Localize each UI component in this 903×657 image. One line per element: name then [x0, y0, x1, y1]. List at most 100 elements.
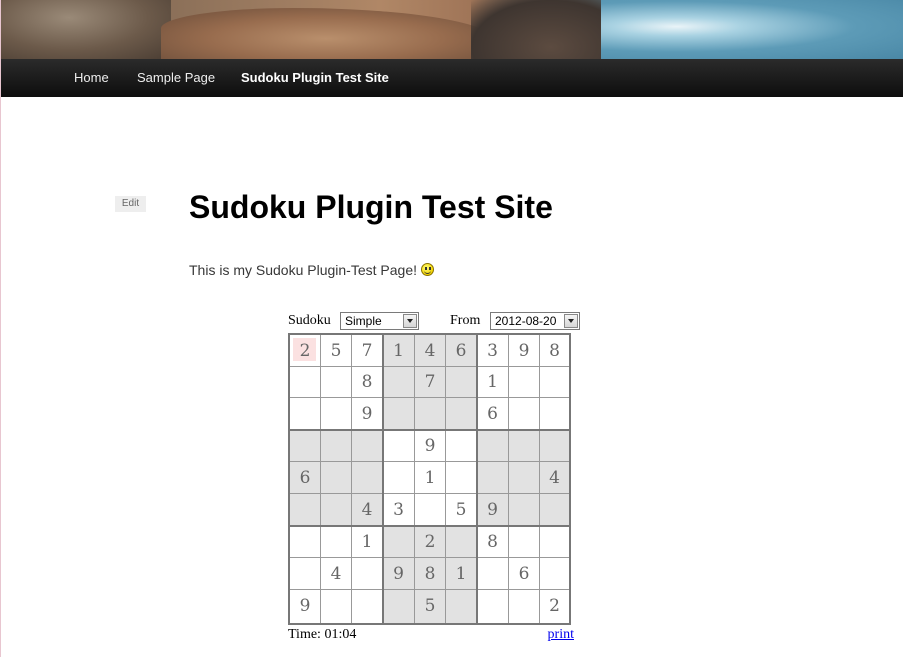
box-divider-horizontal	[290, 525, 569, 527]
sudoku-cell-r1c3[interactable]: 7	[352, 335, 383, 367]
sudoku-cell-r3c4[interactable]	[383, 398, 415, 430]
sudoku-cell-r4c8[interactable]	[509, 430, 540, 462]
sudoku-cell-r3c2[interactable]	[321, 398, 352, 430]
sudoku-cell-r9c5[interactable]: 5	[415, 590, 446, 623]
sudoku-cell-r8c9[interactable]	[540, 558, 569, 590]
nav-item-sample-page[interactable]: Sample Page	[137, 59, 215, 97]
sudoku-cell-r6c4[interactable]: 3	[383, 494, 415, 526]
sudoku-cell-r1c1[interactable]: 2	[290, 335, 321, 367]
sudoku-cell-r7c4[interactable]	[383, 526, 415, 558]
sudoku-cell-r5c7[interactable]	[477, 462, 509, 494]
chevron-down-icon[interactable]	[403, 314, 417, 328]
sudoku-cell-value: 6	[455, 341, 467, 361]
sudoku-cell-r4c7[interactable]	[477, 430, 509, 462]
sudoku-cell-r8c6[interactable]: 1	[446, 558, 477, 590]
sudoku-cell-r6c8[interactable]	[509, 494, 540, 526]
sudoku-cell-r4c6[interactable]	[446, 430, 477, 462]
sudoku-cell-r3c9[interactable]	[540, 398, 569, 430]
sudoku-cell-r8c1[interactable]	[290, 558, 321, 590]
sudoku-cell-r3c5[interactable]	[415, 398, 446, 430]
sudoku-cell-r9c1[interactable]: 9	[290, 590, 321, 623]
sudoku-cell-r9c3[interactable]	[352, 590, 383, 623]
sudoku-cell-r1c5[interactable]: 4	[415, 335, 446, 367]
sudoku-cell-r3c3[interactable]: 9	[352, 398, 383, 430]
sudoku-cell-r5c5[interactable]: 1	[415, 462, 446, 494]
nav-item-home[interactable]: Home	[74, 59, 109, 97]
sudoku-cell-value: 1	[424, 468, 436, 488]
sudoku-cell-r6c6[interactable]: 5	[446, 494, 477, 526]
sudoku-cell-r7c7[interactable]: 8	[477, 526, 509, 558]
sudoku-cell-r3c8[interactable]	[509, 398, 540, 430]
print-link[interactable]: print	[548, 627, 574, 643]
sudoku-cell-r2c4[interactable]	[383, 367, 415, 398]
sudoku-cell-r4c4[interactable]	[383, 430, 415, 462]
sudoku-cell-r2c1[interactable]	[290, 367, 321, 398]
sudoku-cell-r3c6[interactable]	[446, 398, 477, 430]
sudoku-cell-r6c9[interactable]	[540, 494, 569, 526]
sudoku-cell-r8c3[interactable]	[352, 558, 383, 590]
sudoku-cell-value: 1	[361, 532, 373, 552]
sudoku-cell-r2c7[interactable]: 1	[477, 367, 509, 398]
sudoku-cell-r2c5[interactable]: 7	[415, 367, 446, 398]
sudoku-cell-r6c5[interactable]	[415, 494, 446, 526]
sudoku-cell-r1c4[interactable]: 1	[383, 335, 415, 367]
sudoku-cell-r8c5[interactable]: 8	[415, 558, 446, 590]
sudoku-cell-r1c7[interactable]: 3	[477, 335, 509, 367]
sudoku-cell-r3c7[interactable]: 6	[477, 398, 509, 430]
sudoku-cell-r4c3[interactable]	[352, 430, 383, 462]
sudoku-cell-r2c8[interactable]	[509, 367, 540, 398]
sudoku-cell-r9c2[interactable]	[321, 590, 352, 623]
sudoku-cell-r2c6[interactable]	[446, 367, 477, 398]
sudoku-cell-r6c3[interactable]: 4	[352, 494, 383, 526]
sudoku-cell-r1c8[interactable]: 9	[509, 335, 540, 367]
sudoku-cell-r5c1[interactable]: 6	[290, 462, 321, 494]
sudoku-cell-r3c1[interactable]	[290, 398, 321, 430]
sudoku-cell-r9c6[interactable]	[446, 590, 477, 623]
sudoku-cell-value: 8	[549, 341, 560, 361]
sudoku-cell-r2c9[interactable]	[540, 367, 569, 398]
sudoku-cell-r7c5[interactable]: 2	[415, 526, 446, 558]
date-select[interactable]: 2012-08-20	[490, 312, 580, 330]
sudoku-cell-r7c8[interactable]	[509, 526, 540, 558]
sudoku-cell-r9c7[interactable]	[477, 590, 509, 623]
sudoku-cell-r5c3[interactable]	[352, 462, 383, 494]
sudoku-cell-r5c8[interactable]	[509, 462, 540, 494]
sudoku-cell-r4c5[interactable]: 9	[415, 430, 446, 462]
chevron-down-icon[interactable]	[564, 314, 578, 328]
difficulty-select[interactable]: Simple	[340, 312, 419, 330]
sudoku-cell-r5c2[interactable]	[321, 462, 352, 494]
sudoku-cell-value: 2	[549, 596, 560, 616]
sudoku-cell-r7c1[interactable]	[290, 526, 321, 558]
sudoku-cell-r6c7[interactable]: 9	[477, 494, 509, 526]
sudoku-cell-r4c2[interactable]	[321, 430, 352, 462]
sudoku-cell-r1c6[interactable]: 6	[446, 335, 477, 367]
sudoku-cell-r9c8[interactable]	[509, 590, 540, 623]
sudoku-cell-r1c9[interactable]: 8	[540, 335, 569, 367]
sudoku-cell-r4c1[interactable]	[290, 430, 321, 462]
sudoku-cell-r5c6[interactable]	[446, 462, 477, 494]
header-image[interactable]	[1, 0, 903, 59]
sudoku-cell-r5c9[interactable]: 4	[540, 462, 569, 494]
nav-item-sudoku-plugin-test-site[interactable]: Sudoku Plugin Test Site	[241, 59, 389, 97]
sudoku-cell-r7c2[interactable]	[321, 526, 352, 558]
sudoku-cell-r8c2[interactable]: 4	[321, 558, 352, 590]
sudoku-cell-value: 8	[361, 372, 373, 392]
sudoku-cell-r8c8[interactable]: 6	[509, 558, 540, 590]
sudoku-cell-r6c1[interactable]	[290, 494, 321, 526]
sudoku-cell-value: 7	[424, 372, 436, 392]
edit-link[interactable]: Edit	[115, 196, 146, 212]
sudoku-cell-r8c7[interactable]	[477, 558, 509, 590]
sudoku-cell-r6c2[interactable]	[321, 494, 352, 526]
sudoku-cell-r2c2[interactable]	[321, 367, 352, 398]
sudoku-cell-r9c4[interactable]	[383, 590, 415, 623]
sudoku-cell-r9c9[interactable]: 2	[540, 590, 569, 623]
sudoku-cell-r4c9[interactable]	[540, 430, 569, 462]
sudoku-cell-r1c2[interactable]: 5	[321, 335, 352, 367]
sudoku-cell-r7c3[interactable]: 1	[352, 526, 383, 558]
sudoku-cell-r8c4[interactable]: 9	[383, 558, 415, 590]
sudoku-cell-r7c6[interactable]	[446, 526, 477, 558]
sudoku-cell-r2c3[interactable]: 8	[352, 367, 383, 398]
sudoku-cell-r7c9[interactable]	[540, 526, 569, 558]
sudoku-cell-r5c4[interactable]	[383, 462, 415, 494]
smiley-icon	[421, 263, 434, 276]
